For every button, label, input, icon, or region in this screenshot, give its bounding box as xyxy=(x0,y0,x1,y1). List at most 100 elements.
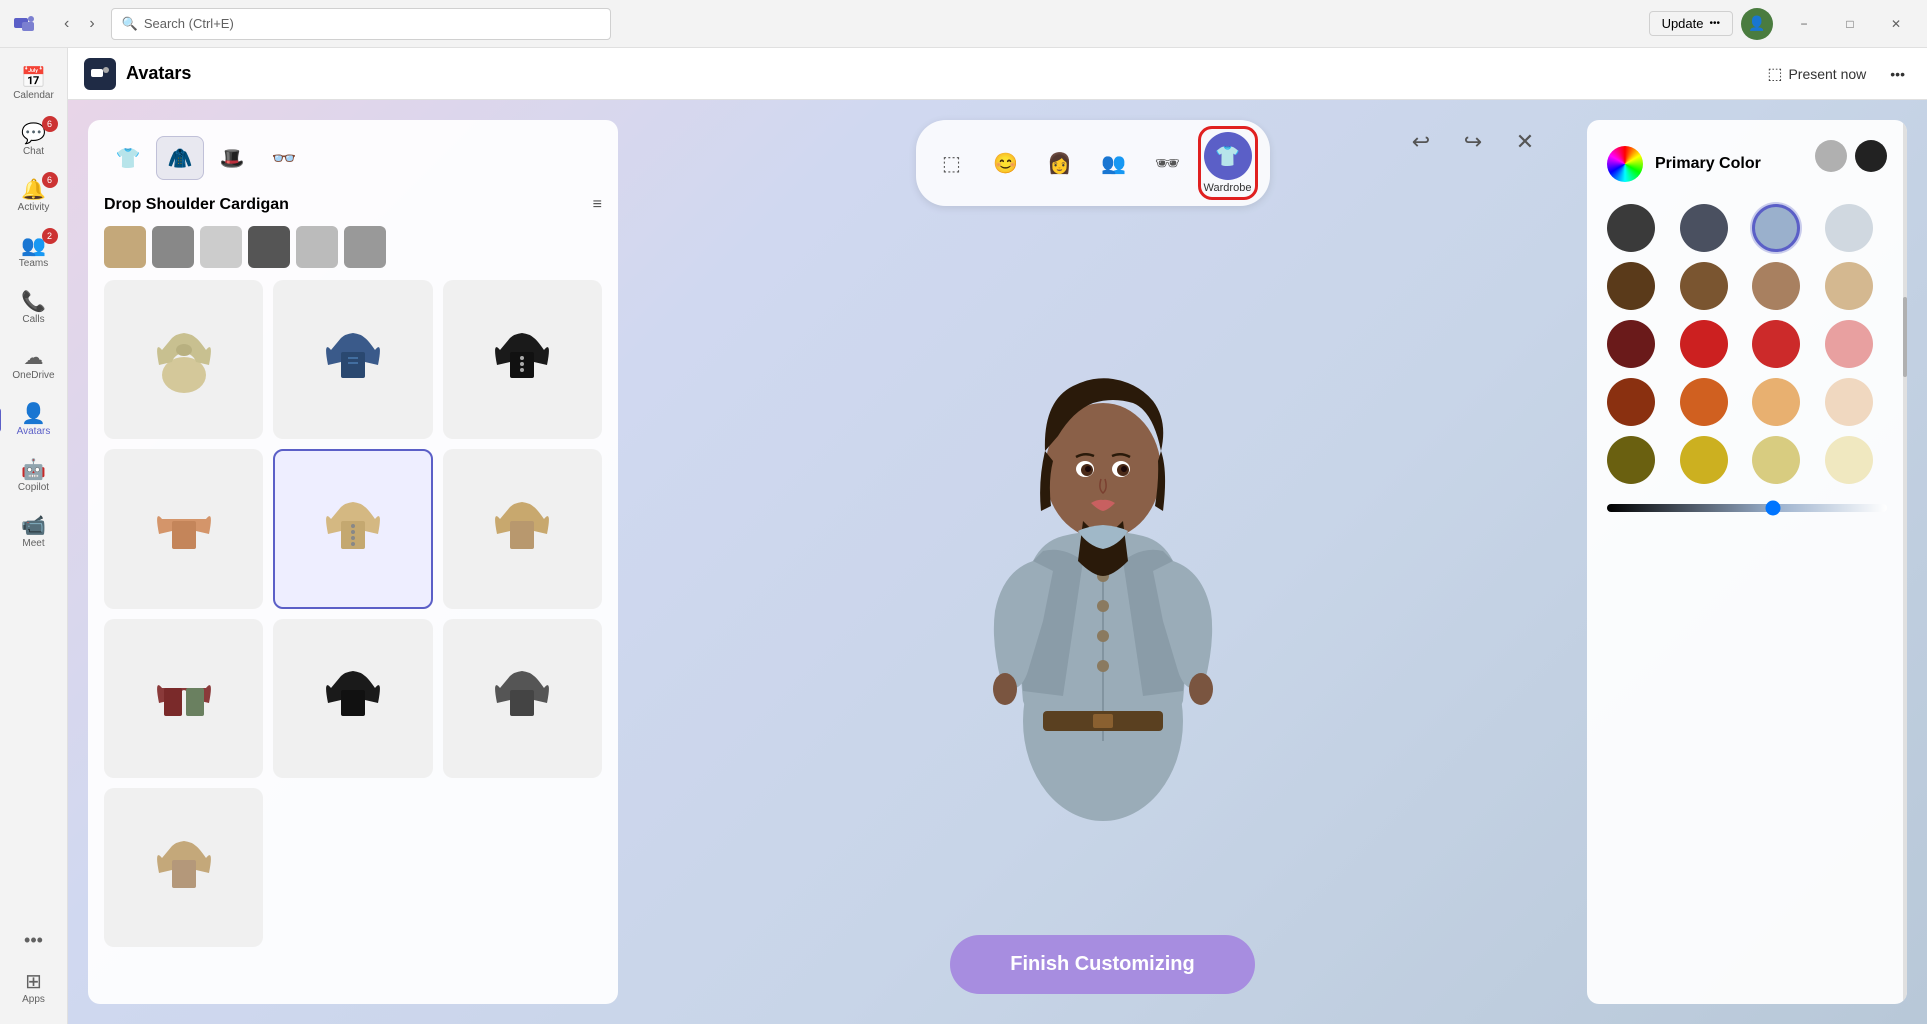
toolbar-close-button[interactable]: ✕ xyxy=(1503,120,1547,164)
sidebar-item-label: Copilot xyxy=(18,482,49,493)
clothing-item[interactable] xyxy=(104,280,263,439)
color-swatch[interactable] xyxy=(1752,436,1800,484)
color-preset-gray[interactable] xyxy=(1815,140,1847,172)
color-swatch[interactable] xyxy=(1825,378,1873,426)
color-swatch[interactable] xyxy=(1680,320,1728,368)
sidebar-item-copilot[interactable]: 🤖 Copilot xyxy=(6,448,62,504)
user-avatar[interactable]: 👤 xyxy=(1741,8,1773,40)
color-swatch[interactable] xyxy=(1607,436,1655,484)
clothing-item[interactable] xyxy=(104,788,263,947)
avatar-figure xyxy=(933,206,1273,935)
clothing-item[interactable] xyxy=(443,619,602,778)
wardrobe-tab-top[interactable]: 👕 xyxy=(104,136,152,180)
color-swatch-selected[interactable] xyxy=(1752,204,1800,252)
app-title: Avatars xyxy=(126,63,191,84)
sidebar-item-apps[interactable]: ⊞ Apps xyxy=(6,960,62,1016)
apps-icon: ⊞ xyxy=(25,972,42,992)
teams-logo xyxy=(0,0,48,48)
clothing-item[interactable] xyxy=(104,449,263,608)
clothing-item[interactable] xyxy=(273,619,432,778)
maximize-button[interactable]: □ xyxy=(1827,8,1873,40)
clothing-item[interactable] xyxy=(443,280,602,439)
nav-buttons: ‹ › xyxy=(48,11,111,37)
color-panel-scrollbar-thumb[interactable] xyxy=(1903,297,1907,377)
sidebar-item-label: Calls xyxy=(22,314,44,325)
forward-button[interactable]: › xyxy=(81,11,102,37)
color-swatch[interactable] xyxy=(1752,378,1800,426)
toolbar-hairstyle-button[interactable]: 👩 xyxy=(1036,139,1084,187)
redo-button[interactable]: ↪ xyxy=(1451,120,1495,164)
color-swatch[interactable] xyxy=(1825,320,1873,368)
color-swatch[interactable] xyxy=(1680,378,1728,426)
wardrobe-selected-wrap: 👕 Wardrobe xyxy=(1198,126,1258,200)
search-bar[interactable]: 🔍 Search (Ctrl+E) xyxy=(111,8,611,40)
color-swatch[interactable] xyxy=(1825,436,1873,484)
scroll-swatch[interactable] xyxy=(344,226,386,268)
content-area: Avatars ⬚ Present now ••• 👕 🧥 🎩 👓 Drop S… xyxy=(68,48,1927,1024)
color-swatch[interactable] xyxy=(1680,204,1728,252)
color-swatch[interactable] xyxy=(1825,204,1873,252)
filter-icon[interactable]: ≡ xyxy=(593,196,602,214)
calendar-icon: 📅 xyxy=(21,68,46,88)
sidebar-more-button[interactable]: ••• xyxy=(6,920,62,960)
title-bar-right: Update ••• 👤 − □ ✕ xyxy=(1649,8,1927,40)
sidebar-item-calendar[interactable]: 📅 Calendar xyxy=(6,56,62,112)
clothing-item[interactable] xyxy=(273,280,432,439)
color-swatch[interactable] xyxy=(1607,204,1655,252)
color-swatch[interactable] xyxy=(1607,320,1655,368)
wardrobe-tab-glasses[interactable]: 👓 xyxy=(260,136,308,180)
scroll-swatch[interactable] xyxy=(248,226,290,268)
update-button[interactable]: Update ••• xyxy=(1649,11,1733,36)
finish-customizing-button[interactable]: Finish Customizing xyxy=(950,935,1254,994)
close-button[interactable]: ✕ xyxy=(1873,8,1919,40)
clothing-item[interactable] xyxy=(104,619,263,778)
color-swatch[interactable] xyxy=(1752,262,1800,310)
toolbar-wardrobe-button[interactable]: 👕 xyxy=(1204,132,1252,180)
color-preset-black[interactable] xyxy=(1855,140,1887,172)
color-swatch[interactable] xyxy=(1607,262,1655,310)
sidebar-item-teams[interactable]: 👥 Teams 2 xyxy=(6,224,62,280)
wardrobe-tabs: 👕 🧥 🎩 👓 xyxy=(104,136,602,180)
sidebar-item-label: Chat xyxy=(23,146,44,157)
scroll-swatch[interactable] xyxy=(104,226,146,268)
sidebar-item-meet[interactable]: 📹 Meet xyxy=(6,504,62,560)
clothing-item-selected[interactable] xyxy=(273,449,432,608)
sidebar-item-calls[interactable]: 📞 Calls xyxy=(6,280,62,336)
sidebar-item-label: Apps xyxy=(22,994,45,1005)
color-swatch[interactable] xyxy=(1607,378,1655,426)
scroll-swatch[interactable] xyxy=(152,226,194,268)
title-bar: ‹ › 🔍 Search (Ctrl+E) Update ••• 👤 − □ ✕ xyxy=(0,0,1927,48)
window-controls: − □ ✕ xyxy=(1781,8,1919,40)
wardrobe-tab-hat[interactable]: 🎩 xyxy=(208,136,256,180)
sidebar-item-label: OneDrive xyxy=(12,370,54,381)
present-more-button[interactable]: ••• xyxy=(1884,60,1911,88)
color-grid xyxy=(1607,204,1887,484)
undo-button[interactable]: ↩ xyxy=(1399,120,1443,164)
color-slider[interactable] xyxy=(1607,504,1887,512)
present-now-button[interactable]: ⬚ Present now xyxy=(1757,58,1876,90)
sidebar-item-chat[interactable]: 💬 Chat 6 xyxy=(6,112,62,168)
color-swatch[interactable] xyxy=(1680,436,1728,484)
color-swatch[interactable] xyxy=(1752,320,1800,368)
color-swatch[interactable] xyxy=(1825,262,1873,310)
toolbar-face-button[interactable]: 😊 xyxy=(982,139,1030,187)
minimize-button[interactable]: − xyxy=(1781,8,1827,40)
sidebar-item-avatars[interactable]: 👤 Avatars xyxy=(6,392,62,448)
toolbar-body-button[interactable]: 👥 xyxy=(1090,139,1138,187)
scroll-swatch[interactable] xyxy=(200,226,242,268)
teams-badge: 2 xyxy=(42,228,58,244)
wardrobe-tab-pants[interactable]: 🧥 xyxy=(156,136,204,180)
clothing-item[interactable] xyxy=(443,449,602,608)
toolbar-btn-hairstyle-wrap: 👩 xyxy=(1036,139,1084,187)
toolbar-accessories-button[interactable]: 🕶 xyxy=(1144,139,1192,187)
activity-badge: 6 xyxy=(42,172,58,188)
color-panel-scrollbar-track xyxy=(1903,120,1907,1004)
sidebar-item-onedrive[interactable]: ☁ OneDrive xyxy=(6,336,62,392)
scroll-strip xyxy=(104,226,602,268)
color-swatch[interactable] xyxy=(1680,262,1728,310)
toolbar-preset-button[interactable]: ⬚ xyxy=(928,139,976,187)
back-button[interactable]: ‹ xyxy=(56,11,77,37)
sidebar-item-activity[interactable]: 🔔 Activity 6 xyxy=(6,168,62,224)
scroll-swatch[interactable] xyxy=(296,226,338,268)
wardrobe-label: Wardrobe xyxy=(1204,182,1252,194)
